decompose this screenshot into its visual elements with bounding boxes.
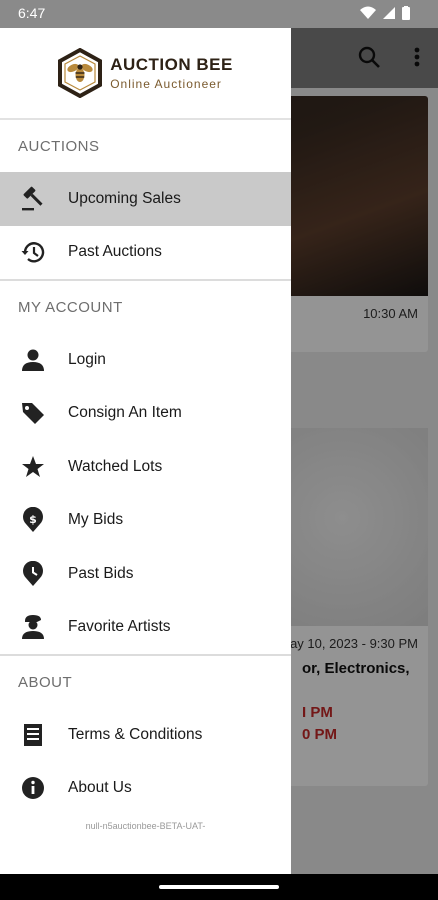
menu-item-label: Terms & Conditions xyxy=(68,725,203,743)
menu-item-past-bids[interactable]: Past Bids xyxy=(0,547,291,601)
menu-item-favorite-artists[interactable]: Favorite Artists xyxy=(0,601,291,655)
gavel-icon xyxy=(20,186,46,212)
menu-item-label: My Bids xyxy=(68,511,124,529)
menu-item-label: Past Bids xyxy=(68,564,134,582)
artist-icon xyxy=(20,614,46,640)
history-icon xyxy=(20,239,46,265)
menu-item-label: Consign An Item xyxy=(68,404,182,422)
navigation-drawer: AUCTION BEE Online Auctioneer AUCTIONS U… xyxy=(0,28,291,874)
person-icon xyxy=(20,347,46,373)
home-handle[interactable] xyxy=(159,885,279,889)
system-nav-bar xyxy=(0,874,438,900)
section-header-my-account: MY ACCOUNT xyxy=(18,298,123,316)
star-icon xyxy=(20,454,46,480)
menu-item-upcoming-sales[interactable]: Upcoming Sales xyxy=(0,172,291,226)
app-logo: AUCTION BEE Online Auctioneer xyxy=(58,48,233,98)
menu-item-login[interactable]: Login xyxy=(0,333,291,387)
clock-pin-icon xyxy=(20,560,46,587)
menu-item-label: Favorite Artists xyxy=(68,618,171,636)
logo-subtitle: Online Auctioneer xyxy=(110,77,222,91)
menu-item-label: Login xyxy=(68,350,106,368)
menu-item-label: About Us xyxy=(68,779,132,797)
menu-item-terms-conditions[interactable]: Terms & Conditions xyxy=(0,708,291,762)
signal-icon xyxy=(383,7,395,19)
drawer-header: AUCTION BEE Online Auctioneer xyxy=(0,28,291,120)
status-icons xyxy=(360,6,410,20)
svg-text:$: $ xyxy=(29,513,37,526)
bee-logo-icon xyxy=(58,48,103,98)
wifi-icon xyxy=(360,6,376,19)
menu-item-consign-an-item[interactable]: Consign An Item xyxy=(0,387,291,441)
document-icon xyxy=(20,722,46,748)
menu-item-label: Upcoming Sales xyxy=(68,189,181,207)
tag-icon xyxy=(20,400,46,426)
section-header-auctions: AUCTIONS xyxy=(18,137,100,155)
logo-title: AUCTION BEE xyxy=(110,55,233,74)
menu-item-about-us[interactable]: About Us xyxy=(0,762,291,816)
status-time: 6:47 xyxy=(18,5,46,21)
menu-item-my-bids[interactable]: $ My Bids xyxy=(0,494,291,548)
dollar-pin-icon: $ xyxy=(20,507,46,533)
menu-item-watched-lots[interactable]: Watched Lots xyxy=(0,440,291,494)
status-bar: 6:47 xyxy=(0,0,438,28)
info-icon xyxy=(20,775,46,801)
section-header-about: ABOUT xyxy=(18,673,73,691)
menu-item-label: Watched Lots xyxy=(68,457,163,475)
version-text: null-n5auctionbee-BETA-UAT- xyxy=(85,821,206,831)
battery-icon xyxy=(402,6,410,20)
menu-item-past-auctions[interactable]: Past Auctions xyxy=(0,226,291,280)
menu-item-label: Past Auctions xyxy=(68,243,162,261)
